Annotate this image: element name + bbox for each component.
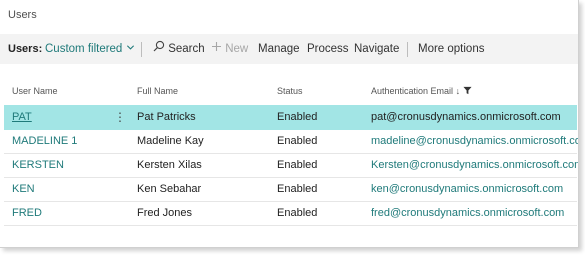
filter-label: Users:: [8, 43, 43, 55]
status-cell: Enabled: [277, 111, 318, 123]
user-name-link[interactable]: PAT: [12, 105, 32, 129]
new-button[interactable]: New: [211, 34, 248, 64]
more-options-button[interactable]: More options: [418, 34, 484, 64]
users-page: Users Users: Custom filtered Search New …: [0, 0, 579, 248]
column-header-label: Authentication Email: [371, 86, 454, 96]
table-row[interactable]: KERSTEN Kersten Xilas Enabled Kersten@cr…: [4, 153, 579, 178]
action-bar: Users: Custom filtered Search New Manage…: [0, 34, 578, 64]
status-cell: Enabled: [277, 207, 318, 219]
table-row[interactable]: MADELINE 1 Madeline Kay Enabled madeline…: [4, 129, 579, 154]
full-name-cell: Pat Patricks: [137, 111, 196, 123]
full-name-cell: Ken Sebahar: [137, 183, 202, 195]
column-header-authentication-email[interactable]: Authentication Email ↓: [371, 86, 472, 97]
page-title: Users: [8, 9, 37, 21]
sort-descending-icon: ↓: [455, 86, 461, 96]
row-actions-icon[interactable]: ⋮: [114, 105, 126, 129]
table-row[interactable]: PAT ⋮ Pat Patricks Enabled pat@cronusdyn…: [4, 105, 577, 130]
user-name-link[interactable]: KERSTEN: [12, 153, 64, 177]
user-name-link[interactable]: KEN: [12, 177, 35, 201]
user-name-link[interactable]: MADELINE 1: [12, 129, 77, 153]
full-name-cell: Madeline Kay: [137, 135, 204, 147]
column-header-full-name[interactable]: Full Name: [137, 86, 178, 96]
search-icon: [153, 34, 165, 64]
email-cell: ken@cronusdynamics.onmicrosoft.com: [371, 183, 564, 195]
email-cell: fred@cronusdynamics.onmicrosoft.com: [371, 207, 565, 219]
chevron-down-icon: [126, 34, 135, 64]
column-header-user-name[interactable]: User Name: [12, 86, 58, 96]
full-name-cell: Fred Jones: [137, 207, 193, 219]
table-row[interactable]: FRED Fred Jones Enabled fred@cronusdynam…: [4, 201, 577, 226]
column-header-status[interactable]: Status: [277, 86, 303, 96]
process-menu[interactable]: Process: [307, 34, 349, 64]
search-label: Search: [168, 43, 205, 56]
search-button[interactable]: Search: [153, 34, 205, 64]
plus-icon: [211, 34, 222, 64]
status-cell: Enabled: [277, 159, 318, 171]
filter-icon: [463, 86, 472, 97]
full-name-cell: Kersten Xilas: [137, 159, 202, 171]
view-filter-dropdown[interactable]: Custom filtered: [45, 34, 135, 64]
navigate-menu[interactable]: Navigate: [354, 34, 399, 64]
email-cell: madeline@cronusdynamics.onmicrosoft.com: [371, 135, 579, 147]
email-cell: pat@cronusdynamics.onmicrosoft.com: [371, 111, 561, 123]
email-cell: Kersten@cronusdynamics.onmicrosoft.com: [371, 159, 579, 171]
table-row[interactable]: KEN Ken Sebahar Enabled ken@cronusdynami…: [4, 177, 577, 202]
view-filter-label: Custom filtered: [45, 43, 123, 56]
divider: [407, 42, 408, 57]
new-label: New: [225, 43, 249, 56]
user-name-link[interactable]: FRED: [12, 201, 42, 225]
divider: [141, 42, 142, 57]
manage-menu[interactable]: Manage: [258, 34, 300, 64]
status-cell: Enabled: [277, 183, 318, 195]
status-cell: Enabled: [277, 135, 318, 147]
